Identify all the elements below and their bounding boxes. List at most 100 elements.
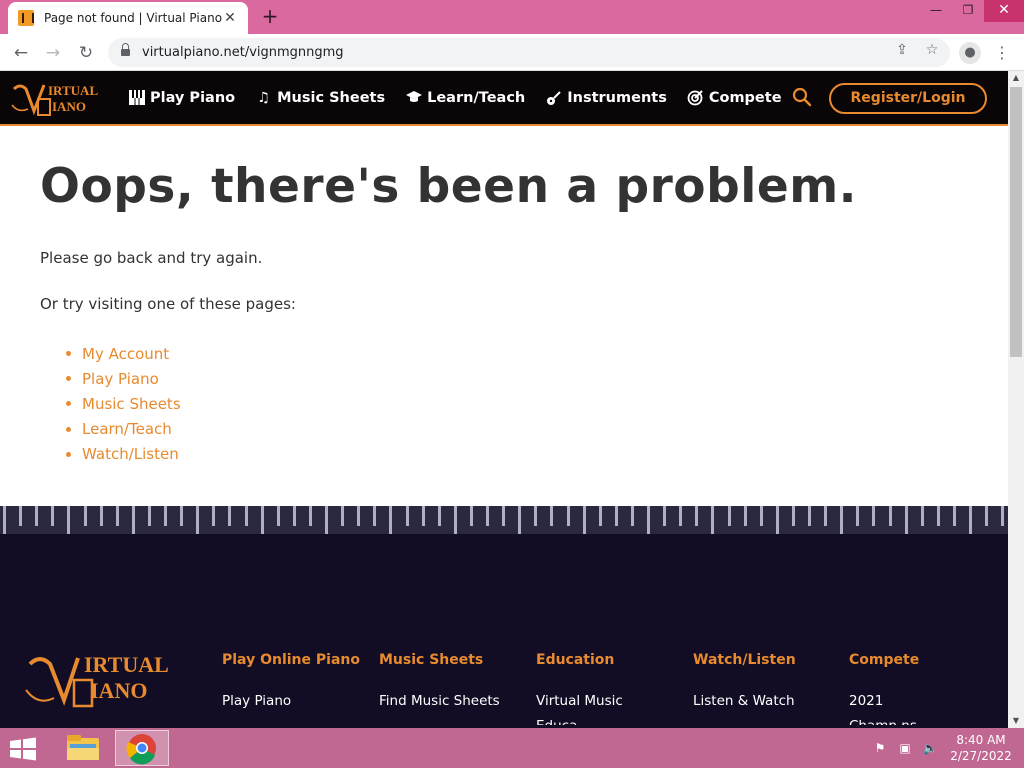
piano-key-line	[164, 506, 167, 526]
footer-link[interactable]: Listen & Watch	[693, 693, 796, 709]
footer-heading[interactable]: Education	[536, 652, 623, 668]
restore-icon[interactable]: ❐	[952, 0, 984, 22]
piano-key-line	[550, 506, 554, 526]
footer-link[interactable]: Find Music Sheets	[379, 693, 500, 709]
nav-label: Instruments	[567, 89, 667, 106]
tab-strip: Page not found | Virtual Piano ✕ + — ❐ ✕	[0, 0, 1024, 34]
piano-key-line	[759, 506, 763, 526]
piano-key-line	[276, 506, 280, 526]
piano-key-line	[727, 506, 731, 526]
address-bar[interactable]: virtualpiano.net/vignmgnngmg ⇪ ☆	[108, 38, 950, 67]
bullet-icon	[66, 351, 71, 357]
profile-avatar-icon[interactable]: ●	[959, 42, 981, 64]
guitar-icon	[545, 90, 562, 106]
piano-key-line	[308, 506, 312, 526]
bookmark-star-icon[interactable]: ☆	[922, 42, 942, 58]
clock-date: 2/27/2022	[950, 749, 1012, 763]
footer-link[interactable]: Play Piano	[222, 693, 360, 709]
piano-key-line	[180, 506, 184, 526]
piano-key-line	[83, 506, 87, 526]
page-scrollbar[interactable]: ▲ ▼	[1008, 71, 1024, 728]
back-arrow-icon[interactable]: ←	[9, 41, 33, 65]
piano-key-line	[711, 506, 715, 534]
piano-key-line	[469, 506, 473, 526]
footer-link[interactable]: Virtual Music	[536, 693, 623, 709]
new-tab-icon[interactable]: +	[259, 5, 281, 27]
tab-close-icon[interactable]: ✕	[222, 10, 238, 26]
share-icon[interactable]: ⇪	[892, 42, 912, 58]
action-center-flag-icon[interactable]: ⚑	[872, 740, 888, 756]
minimize-icon[interactable]: —	[920, 0, 952, 22]
footer-link-cut[interactable]: Champ ns	[849, 718, 919, 725]
footer-heading[interactable]: Play Online Piano	[222, 652, 360, 668]
nav-play-piano[interactable]: Play Piano	[128, 89, 235, 106]
footer-heading[interactable]: Music Sheets	[379, 652, 500, 668]
clock-time: 8:40 AM	[956, 733, 1006, 747]
footer-column-music-sheets: Music Sheets Find Music Sheets	[379, 652, 500, 709]
scroll-up-arrow-icon[interactable]: ▲	[1008, 71, 1024, 85]
piano-key-line	[486, 506, 489, 526]
link-learn-teach[interactable]: Learn/Teach	[82, 420, 172, 438]
forward-arrow-icon[interactable]: →	[41, 41, 65, 65]
piano-key-line	[614, 506, 618, 526]
browser-menu-icon[interactable]: ⋮	[994, 42, 1010, 64]
piano-key-line	[985, 506, 989, 526]
windows-start-icon[interactable]	[8, 737, 38, 761]
piano-key-line	[292, 506, 296, 526]
suggested-links-list: My Account Play Piano Music Sheets Learn…	[66, 341, 181, 467]
piano-key-line	[437, 506, 441, 526]
url-text[interactable]: virtualpiano.net/vignmgnngmg	[142, 45, 344, 60]
nav-music-sheets[interactable]: ♫ Music Sheets	[255, 90, 385, 106]
chrome-taskbar-button[interactable]	[115, 730, 169, 766]
piano-key-line	[99, 506, 103, 526]
tab-title: Page not found | Virtual Piano	[44, 11, 223, 25]
footer-heading[interactable]: Watch/Listen	[693, 652, 796, 668]
footer-heading[interactable]: Compete	[849, 652, 919, 668]
footer-link-cut[interactable]: Educa	[536, 718, 623, 725]
file-explorer-taskbar-button[interactable]	[56, 730, 110, 766]
reload-icon[interactable]: ↻	[74, 41, 98, 65]
window-controls: — ❐ ✕	[920, 0, 1024, 22]
footer-link[interactable]: 2021	[849, 693, 919, 709]
piano-key-line	[196, 506, 200, 534]
scroll-down-arrow-icon[interactable]: ▼	[1008, 714, 1024, 728]
footer-virtual-piano-logo[interactable]: IRTUAL IANO	[24, 650, 180, 712]
bullet-icon	[66, 426, 71, 432]
error-suggestion: Or try visiting one of these pages:	[40, 295, 296, 313]
browser-tab[interactable]: Page not found | Virtual Piano ✕	[8, 2, 248, 34]
link-my-account[interactable]: My Account	[82, 345, 169, 363]
link-watch-listen[interactable]: Watch/Listen	[82, 445, 179, 463]
piano-key-line	[518, 506, 522, 534]
nav-instruments[interactable]: Instruments	[545, 90, 667, 106]
bullet-icon	[66, 451, 71, 457]
system-tray: ⚑ ▣ 🔈	[872, 740, 938, 756]
search-icon[interactable]	[792, 87, 812, 107]
piano-key-line	[808, 506, 811, 526]
window-close-icon[interactable]: ✕	[984, 0, 1024, 22]
piano-key-line	[147, 506, 151, 526]
music-note-icon: ♫	[257, 89, 270, 106]
scrollbar-thumb[interactable]	[1010, 87, 1022, 357]
nav-label: Learn/Teach	[427, 89, 526, 106]
error-title: Oops, there's been a problem.	[40, 159, 858, 214]
link-play-piano[interactable]: Play Piano	[82, 370, 159, 388]
register-login-button[interactable]: Register/Login	[829, 83, 987, 114]
piano-key-line	[244, 506, 248, 526]
list-item: Play Piano	[66, 366, 181, 391]
taskbar-clock[interactable]: 8:40 AM 2/27/2022	[946, 732, 1016, 764]
lock-icon[interactable]	[121, 43, 130, 58]
piano-key-line	[872, 506, 876, 526]
piano-key-line	[840, 506, 844, 534]
link-music-sheets[interactable]: Music Sheets	[82, 395, 181, 413]
list-item: Music Sheets	[66, 391, 181, 416]
list-item: Learn/Teach	[66, 417, 181, 442]
nav-learn-teach[interactable]: Learn/Teach	[405, 90, 525, 106]
network-icon[interactable]: ▣	[897, 740, 913, 756]
piano-key-line	[67, 506, 71, 534]
nav-compete[interactable]: Compete	[687, 90, 782, 106]
virtual-piano-logo[interactable]: IRTUAL IANO	[10, 79, 100, 119]
windows-taskbar: ⚑ ▣ 🔈 8:40 AM 2/27/2022	[0, 728, 1024, 768]
virtual-piano-favicon-icon	[18, 10, 34, 26]
piano-key-line	[630, 506, 634, 526]
volume-muted-icon[interactable]: 🔈	[922, 740, 938, 756]
